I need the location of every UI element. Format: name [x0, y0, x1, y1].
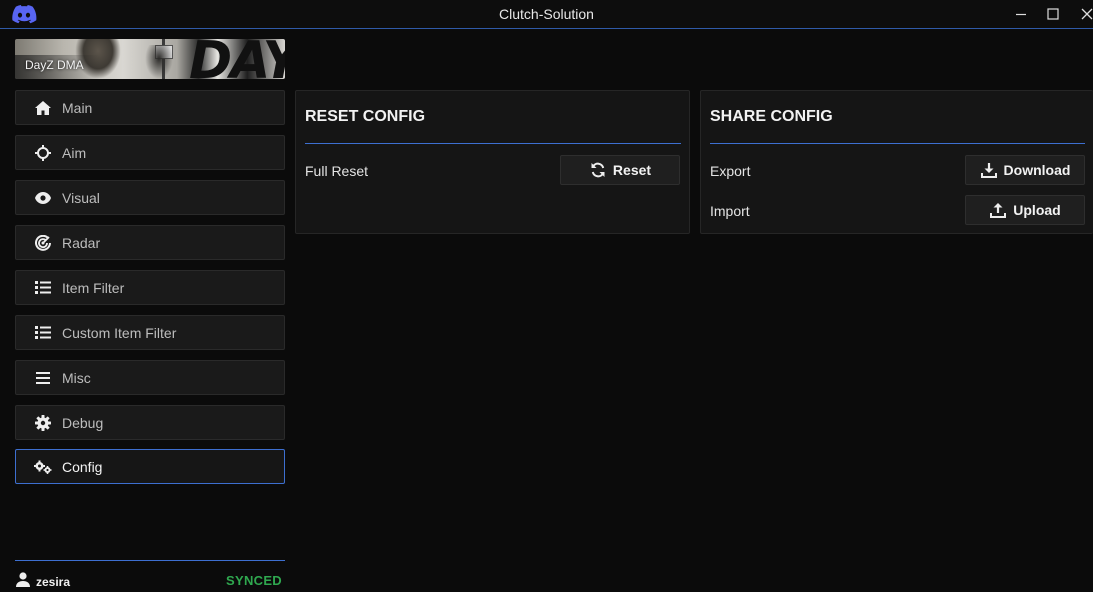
sidebar-item-label: Custom Item Filter — [62, 324, 177, 341]
reset-button[interactable]: Reset — [560, 155, 680, 185]
gears-icon — [32, 459, 54, 475]
upload-button-label: Upload — [1013, 202, 1061, 218]
sidebar-item-label: Misc — [62, 369, 91, 386]
download-button-label: Download — [1003, 162, 1071, 178]
export-label: Export — [710, 163, 751, 179]
sidebar-item-main[interactable]: Main — [15, 90, 285, 125]
panel-title: SHARE CONFIG — [710, 108, 833, 125]
list-icon — [32, 280, 54, 296]
panel-divider — [710, 143, 1085, 144]
sidebar-item-item-filter[interactable]: Item Filter — [15, 270, 285, 305]
sidebar-item-visual[interactable]: Visual — [15, 180, 285, 215]
sidebar-item-label: Debug — [62, 414, 104, 431]
user-icon — [16, 572, 30, 592]
maximize-button[interactable] — [1038, 0, 1068, 28]
sidebar-item-label: Visual — [62, 189, 100, 206]
sync-status: SYNCED — [226, 573, 282, 588]
upload-icon — [989, 201, 1007, 219]
sidebar-item-debug[interactable]: Debug — [15, 405, 285, 440]
sidebar-item-config[interactable]: Config — [15, 449, 285, 484]
title-bar: Clutch-Solution — [0, 0, 1093, 29]
banner-label: DayZ DMA — [25, 58, 84, 72]
refresh-icon — [589, 161, 607, 179]
close-button[interactable] — [1072, 0, 1093, 28]
sidebar-item-label: Radar — [62, 234, 101, 251]
reset-config-panel: RESET CONFIG Full Reset Reset — [295, 90, 690, 234]
app-window: Clutch-Solution DAYZ DayZ DMA Main Aim — [0, 0, 1093, 592]
sidebar-item-radar[interactable]: Radar — [15, 225, 285, 260]
gear-icon — [32, 414, 54, 431]
sidebar-item-label: Config — [62, 458, 103, 475]
download-icon — [980, 161, 998, 179]
game-banner: DAYZ DayZ DMA — [15, 39, 285, 79]
home-icon — [32, 100, 54, 116]
download-button[interactable]: Download — [965, 155, 1085, 185]
reset-button-label: Reset — [612, 162, 652, 178]
sidebar-item-label: Aim — [62, 144, 87, 161]
username: zesira — [36, 575, 71, 589]
banner-art-text: DAYZ — [189, 39, 285, 79]
sidebar-item-custom-item-filter[interactable]: Custom Item Filter — [15, 315, 285, 350]
minimize-button[interactable] — [1006, 0, 1036, 28]
share-config-panel: SHARE CONFIG Export Download Import Uplo… — [700, 90, 1093, 234]
menu-icon — [32, 370, 54, 386]
panel-title: RESET CONFIG — [305, 108, 426, 125]
list-icon — [32, 325, 54, 341]
close-icon — [1081, 8, 1093, 20]
crosshair-icon — [32, 144, 54, 161]
window-title: Clutch-Solution — [499, 6, 594, 22]
sidebar-item-label: Item Filter — [62, 279, 125, 296]
sidebar-item-misc[interactable]: Misc — [15, 360, 285, 395]
upload-button[interactable]: Upload — [965, 195, 1085, 225]
minimize-icon — [1016, 13, 1026, 16]
import-label: Import — [710, 203, 750, 219]
sidebar-divider — [15, 560, 285, 561]
sidebar-item-label: Main — [62, 99, 93, 116]
sidebar-item-aim[interactable]: Aim — [15, 135, 285, 170]
eye-icon — [32, 190, 54, 206]
user-info: zesira — [16, 572, 70, 592]
maximize-icon — [1047, 8, 1059, 20]
radar-icon — [32, 234, 54, 251]
full-reset-label: Full Reset — [305, 163, 369, 179]
panel-divider — [305, 143, 681, 144]
